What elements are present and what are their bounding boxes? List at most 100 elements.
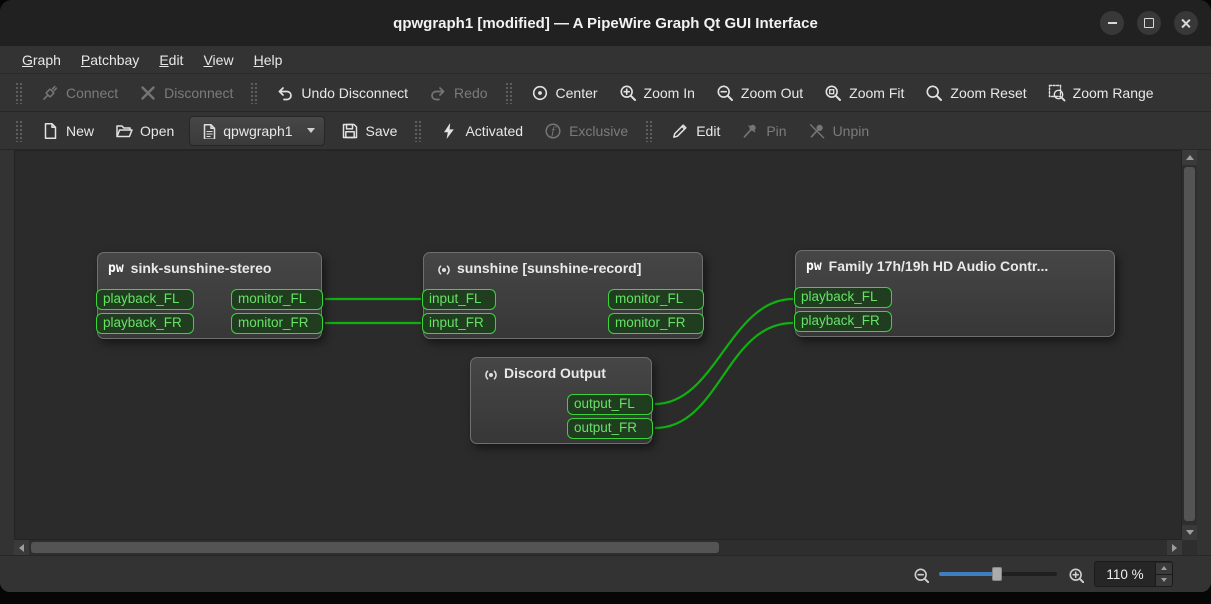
- node-sink-sunshine-stereo[interactable]: pw sink-sunshine-stereo playback_FL play…: [96, 252, 323, 339]
- port-monitor_FR[interactable]: monitor_FR: [608, 313, 704, 334]
- maximize-icon: [1144, 18, 1154, 28]
- node-title: Discord Output: [504, 365, 606, 381]
- node-sunshine[interactable]: sunshine [sunshine-record] input_FL inpu…: [422, 252, 704, 339]
- maximize-button[interactable]: [1137, 11, 1161, 35]
- minimize-icon: [1107, 22, 1117, 24]
- zoom-in-icon[interactable]: [1067, 566, 1084, 583]
- menu-graph[interactable]: Graph: [12, 49, 71, 71]
- zoom-increment-button[interactable]: [1156, 562, 1172, 574]
- port-monitor_FL[interactable]: monitor_FL: [231, 289, 323, 310]
- node-family-hd-audio[interactable]: pw Family 17h/19h HD Audio Contr... play…: [794, 250, 1115, 337]
- open-folder-icon: [116, 125, 133, 138]
- unpin-button[interactable]: Unpin: [798, 116, 879, 145]
- node-discord-output[interactable]: Discord Output output_FL output_FR: [470, 357, 653, 444]
- exclusive-icon: [545, 123, 561, 139]
- disconnect-icon: [141, 86, 155, 100]
- center-button[interactable]: Center: [521, 78, 607, 107]
- port-playback_FR[interactable]: playback_FR: [794, 311, 892, 332]
- toolbar-drag-handle[interactable]: [414, 119, 423, 142]
- stream-node-icon: [485, 370, 497, 380]
- toolbar-drag-handle[interactable]: [250, 81, 259, 104]
- zoom-reset-button[interactable]: Zoom Reset: [915, 78, 1035, 107]
- port-playback_FR[interactable]: playback_FR: [96, 313, 194, 334]
- patchbay-preset-combo[interactable]: qpwgraph1: [189, 115, 325, 146]
- menu-patchbay[interactable]: Patchbay: [71, 49, 149, 71]
- zoom-out-button[interactable]: Zoom Out: [706, 78, 812, 107]
- cable-layer: [324, 297, 794, 430]
- arrow-down-icon: [1161, 578, 1167, 582]
- horizontal-scrollbar[interactable]: [14, 540, 1182, 555]
- redo-icon: [431, 87, 445, 101]
- scrollbar-corner: [1182, 540, 1197, 555]
- toolbar-drag-handle[interactable]: [645, 119, 654, 142]
- port-input_FR[interactable]: input_FR: [422, 313, 496, 334]
- save-button[interactable]: Save: [331, 116, 407, 145]
- new-button[interactable]: New: [31, 116, 103, 145]
- port-playback_FL[interactable]: playback_FL: [96, 289, 194, 310]
- redo-button[interactable]: Redo: [419, 78, 496, 107]
- exclusive-toggle[interactable]: Exclusive: [534, 116, 637, 145]
- zoom-fit-icon: [825, 85, 842, 101]
- zoom-out-icon[interactable]: [912, 566, 929, 583]
- menu-view[interactable]: View: [193, 49, 243, 71]
- toolbar-drag-handle[interactable]: [15, 81, 23, 104]
- graph-canvas[interactable]: pw sink-sunshine-stereo playback_FL play…: [14, 150, 1182, 540]
- connect-button[interactable]: Connect: [31, 78, 127, 107]
- port-playback_FL[interactable]: playback_FL: [794, 287, 892, 308]
- menu-help[interactable]: Help: [244, 49, 293, 71]
- node-title: sunshine [sunshine-record]: [457, 260, 642, 276]
- scroll-left-button[interactable]: [14, 540, 29, 555]
- vertical-scroll-thumb[interactable]: [1184, 167, 1195, 521]
- scroll-up-button[interactable]: [1182, 150, 1197, 165]
- menu-edit[interactable]: Edit: [149, 49, 193, 71]
- toolbar-file: New Open qpwgraph1 Save Activated Exclus…: [0, 112, 1211, 150]
- port-output_FR[interactable]: output_FR: [567, 418, 653, 439]
- toolbar-drag-handle[interactable]: [15, 119, 23, 142]
- pencil-icon: [673, 124, 687, 138]
- stream-node-icon: [438, 265, 450, 275]
- scroll-right-button[interactable]: [1167, 540, 1182, 555]
- zoom-decrement-button[interactable]: [1156, 573, 1172, 586]
- undo-disconnect-button[interactable]: Undo Disconnect: [266, 78, 417, 107]
- patchbay-file-icon: [204, 124, 216, 139]
- undo-icon: [279, 87, 293, 101]
- zoom-in-button[interactable]: Zoom In: [609, 78, 704, 107]
- window-title: qpwgraph1 [modified] — A PipeWire Graph …: [393, 14, 818, 32]
- arrow-right-icon: [1172, 543, 1177, 552]
- zoom-slider[interactable]: [939, 565, 1057, 583]
- pipewire-icon: pw: [108, 260, 124, 276]
- pin-button[interactable]: Pin: [731, 116, 795, 145]
- zoom-value[interactable]: 110 %: [1095, 567, 1155, 582]
- edit-button[interactable]: Edit: [661, 116, 729, 145]
- close-icon: [1181, 18, 1192, 29]
- connect-icon: [43, 85, 58, 100]
- zoom-spinbox[interactable]: 110 %: [1094, 561, 1173, 587]
- open-button[interactable]: Open: [105, 116, 183, 145]
- horizontal-scroll-thumb[interactable]: [31, 542, 719, 553]
- unpin-icon: [809, 123, 825, 139]
- port-monitor_FR[interactable]: monitor_FR: [231, 313, 323, 334]
- arrow-left-icon: [19, 543, 24, 552]
- statusbar: 110 %: [0, 555, 1211, 592]
- zoom-fit-button[interactable]: Zoom Fit: [814, 78, 913, 107]
- activated-toggle[interactable]: Activated: [430, 116, 532, 145]
- vertical-scrollbar[interactable]: [1182, 150, 1197, 540]
- qpwgraph-window: qpwgraph1 [modified] — A PipeWire Graph …: [0, 0, 1211, 592]
- port-monitor_FL[interactable]: monitor_FL: [608, 289, 704, 310]
- port-output_FL[interactable]: output_FL: [567, 394, 653, 415]
- arrow-down-icon: [1185, 530, 1194, 535]
- zoom-slider-handle[interactable]: [992, 567, 1002, 581]
- arrow-up-icon: [1161, 566, 1167, 570]
- node-title: sink-sunshine-stereo: [130, 260, 272, 276]
- zoom-reset-icon: [926, 85, 943, 101]
- disconnect-button[interactable]: Disconnect: [129, 78, 242, 107]
- chevron-down-icon: [306, 128, 315, 133]
- zoom-range-icon: [1048, 84, 1066, 102]
- zoom-range-button[interactable]: Zoom Range: [1038, 78, 1163, 107]
- toolbar-drag-handle[interactable]: [504, 81, 513, 104]
- close-button[interactable]: [1174, 11, 1198, 35]
- scroll-down-button[interactable]: [1182, 525, 1197, 540]
- minimize-button[interactable]: [1100, 11, 1124, 35]
- bolt-icon: [444, 123, 455, 139]
- port-input_FL[interactable]: input_FL: [422, 289, 496, 310]
